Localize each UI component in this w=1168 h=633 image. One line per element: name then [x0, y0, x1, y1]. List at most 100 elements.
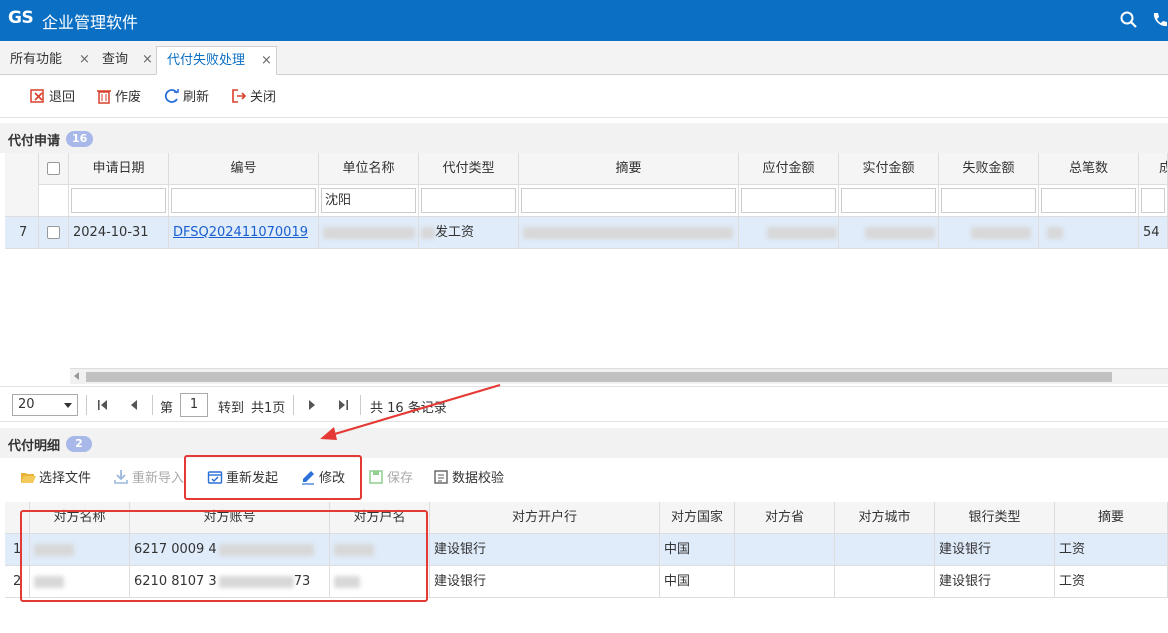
- divider: [152, 395, 153, 415]
- column-header[interactable]: 对方省: [735, 502, 835, 534]
- column-header[interactable]: 应付金额: [739, 153, 839, 185]
- save-button[interactable]: 保存: [368, 469, 413, 489]
- success-count: 54: [1139, 217, 1168, 249]
- column-header[interactable]: 对方开户行: [430, 502, 660, 534]
- column-header[interactable]: 总笔数: [1039, 153, 1139, 185]
- void-button[interactable]: 作废: [96, 88, 141, 106]
- refresh-icon: [164, 89, 179, 103]
- row-number-header: [5, 153, 39, 217]
- page-size-select[interactable]: 20: [12, 394, 78, 416]
- column-header[interactable]: 单位名称: [319, 153, 419, 185]
- row-checkbox-cell[interactable]: [39, 217, 69, 249]
- trash-icon: [97, 90, 111, 104]
- counterparty-bank: 建设银行: [430, 566, 660, 598]
- company-filter-input[interactable]: 沈阳: [321, 188, 416, 213]
- close-icon[interactable]: ×: [79, 46, 90, 74]
- select-file-button[interactable]: 选择文件: [20, 469, 91, 489]
- column-header[interactable]: 实付金额: [839, 153, 939, 185]
- filter-cell: [939, 185, 1039, 217]
- redacted: [1047, 226, 1063, 239]
- counterparty-country: 中国: [660, 534, 735, 566]
- filter-cell: [739, 185, 839, 217]
- section-title: 代付明细: [8, 439, 61, 454]
- redacted: [323, 226, 415, 239]
- filter-input[interactable]: [1141, 188, 1165, 213]
- memo: 工资: [1055, 566, 1168, 598]
- date-filter-input[interactable]: [71, 188, 166, 213]
- memo-filter-input[interactable]: [521, 188, 736, 213]
- tab-label: 查询: [102, 52, 129, 67]
- apply-number-link[interactable]: DFSQ202411070019: [173, 225, 308, 240]
- goto-label[interactable]: 转到: [218, 397, 244, 416]
- app-logo: GS: [8, 8, 34, 28]
- validate-button[interactable]: 数据校验: [433, 469, 504, 489]
- tab-all-functions[interactable]: 所有功能 ×: [0, 46, 97, 75]
- divider: [86, 395, 87, 415]
- scrollbar-thumb[interactable]: [86, 372, 1112, 382]
- main-toolbar: 退回 作废 刷新 关闭: [0, 76, 1168, 118]
- column-header[interactable]: 失败金额: [939, 153, 1039, 185]
- counterparty-city: [835, 566, 935, 598]
- refresh-button[interactable]: 刷新: [164, 88, 209, 106]
- count-badge: 2: [66, 436, 92, 452]
- column-header[interactable]: 代付类型: [419, 153, 519, 185]
- close-icon[interactable]: ×: [261, 47, 272, 75]
- back-button[interactable]: 退回: [30, 88, 75, 106]
- column-header[interactable]: 成: [1139, 153, 1168, 185]
- column-header[interactable]: 摘要: [1055, 502, 1168, 534]
- tab-query[interactable]: 查询 ×: [92, 46, 158, 75]
- number-filter-input[interactable]: [171, 188, 316, 213]
- highlight-box-actions: [184, 455, 362, 500]
- column-header[interactable]: 银行类型: [935, 502, 1055, 534]
- prev-page-icon[interactable]: [128, 399, 140, 411]
- app-header: GS 企业管理软件: [0, 0, 1168, 41]
- total-count: [1039, 217, 1139, 249]
- column-header[interactable]: 申请日期: [69, 153, 169, 185]
- payable-filter-input[interactable]: [741, 188, 836, 213]
- scroll-left-arrow-icon[interactable]: [74, 372, 79, 380]
- close-icon[interactable]: ×: [142, 46, 153, 74]
- select-all-checkbox-cell[interactable]: [39, 153, 69, 185]
- column-header[interactable]: 编号: [169, 153, 319, 185]
- redacted: [767, 226, 837, 239]
- filter-cell: [1039, 185, 1139, 217]
- save-icon: [369, 470, 383, 484]
- first-page-icon[interactable]: [97, 399, 109, 411]
- company-name: [319, 217, 419, 249]
- column-header[interactable]: 对方国家: [660, 502, 735, 534]
- select-all-checkbox[interactable]: [47, 162, 60, 175]
- search-icon[interactable]: [1119, 10, 1139, 30]
- apply-section-header: 代付申请 16: [0, 123, 1168, 153]
- page-prefix: 第: [160, 401, 174, 416]
- filter-cell: [1139, 185, 1168, 217]
- app-title: 企业管理软件: [42, 13, 139, 32]
- filter-cell: [419, 185, 519, 217]
- tab-label: 所有功能: [10, 52, 63, 67]
- count-badge: 16: [66, 131, 94, 147]
- close-button[interactable]: 关闭: [231, 88, 276, 106]
- column-header[interactable]: 对方城市: [835, 502, 935, 534]
- column-header[interactable]: 摘要: [519, 153, 739, 185]
- tab-payment-failure[interactable]: 代付失败处理 ×: [156, 46, 277, 75]
- page-number-input[interactable]: 1: [180, 393, 208, 417]
- horizontal-scrollbar[interactable]: [70, 368, 1168, 384]
- type-filter-input[interactable]: [421, 188, 516, 213]
- row-checkbox[interactable]: [47, 226, 60, 239]
- counterparty-province: [735, 566, 835, 598]
- filter-cell: [169, 185, 319, 217]
- detail-section-header: 代付明细 2: [0, 428, 1168, 458]
- import-icon: [114, 470, 128, 484]
- counterparty-bank: 建设银行: [430, 534, 660, 566]
- redacted: [421, 226, 435, 239]
- folder-open-icon: [21, 473, 36, 483]
- annotation-arrow-icon: [320, 383, 501, 440]
- bank-type: 建设银行: [935, 566, 1055, 598]
- apply-date: 2024-10-31: [69, 217, 169, 249]
- failed-filter-input[interactable]: [941, 188, 1036, 213]
- count-filter-input[interactable]: [1041, 188, 1136, 213]
- reimport-button[interactable]: 重新导入: [113, 469, 184, 489]
- phone-icon[interactable]: [1150, 10, 1168, 30]
- counterparty-city: [835, 534, 935, 566]
- paid-filter-input[interactable]: [841, 188, 936, 213]
- memo: 工资: [1055, 534, 1168, 566]
